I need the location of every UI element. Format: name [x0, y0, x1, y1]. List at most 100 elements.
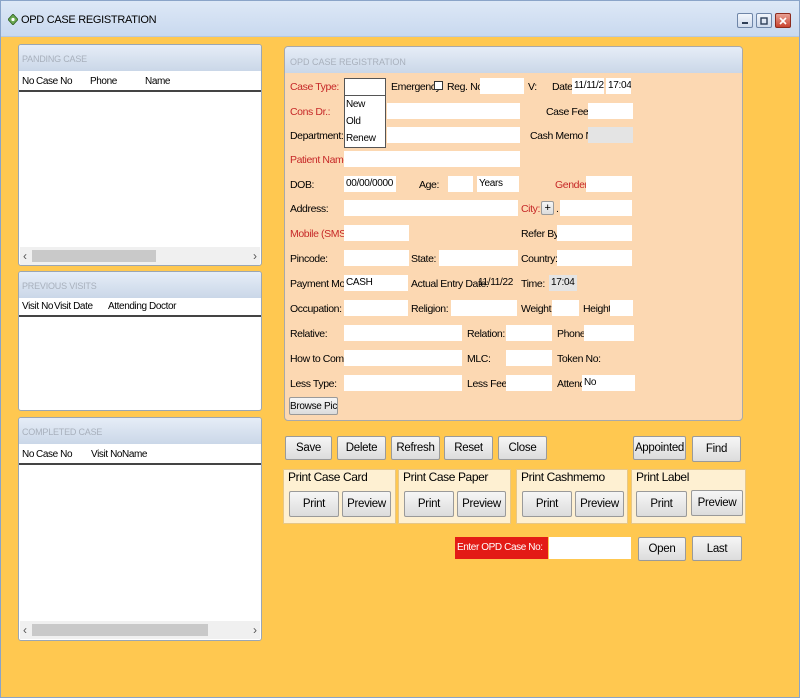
- actual-entry-date-field: 11/11/22: [478, 277, 514, 288]
- pending-case-scrollbar[interactable]: ‹ ›: [20, 247, 260, 265]
- last-button[interactable]: Last: [692, 536, 742, 561]
- patient-name-field[interactable]: [344, 151, 520, 167]
- add-city-button[interactable]: +: [541, 201, 554, 215]
- save-button[interactable]: Save: [285, 436, 332, 460]
- relative-field[interactable]: [344, 325, 462, 341]
- mlc-label: MLC:: [467, 353, 491, 365]
- occupation-label: Occupation:: [290, 303, 342, 315]
- department-field[interactable]: [387, 127, 520, 143]
- date-field[interactable]: 11/11/22: [572, 78, 604, 94]
- case-fee-field[interactable]: [588, 103, 633, 119]
- cons-dr-field[interactable]: [387, 103, 520, 119]
- print-cashmemo-button[interactable]: Print: [522, 491, 572, 517]
- scroll-right-icon[interactable]: ›: [253, 249, 257, 263]
- find-button[interactable]: Find: [692, 436, 741, 462]
- scroll-thumb[interactable]: [32, 250, 156, 262]
- print-case-paper-button[interactable]: Print: [404, 491, 454, 517]
- completed-case-columns: No Case No Visit No Name: [19, 444, 261, 465]
- reset-button[interactable]: Reset: [444, 436, 493, 460]
- title-bar: OPD CASE REGISTRATION: [1, 1, 799, 37]
- column-header[interactable]: Name: [122, 449, 147, 460]
- city-field[interactable]: [560, 200, 632, 216]
- column-header[interactable]: Name: [145, 76, 170, 87]
- opd-case-no-input[interactable]: [549, 537, 631, 559]
- preview-cashmemo-button[interactable]: Preview: [575, 491, 624, 517]
- case-type-option[interactable]: Renew: [346, 133, 376, 144]
- column-header[interactable]: Visit No: [91, 449, 122, 460]
- close-button[interactable]: Close: [498, 436, 547, 460]
- patient-name-label: Patient Name:: [290, 154, 352, 166]
- preview-label-button[interactable]: Preview: [691, 490, 743, 516]
- column-header[interactable]: No: [22, 76, 34, 87]
- address-field[interactable]: [344, 200, 518, 216]
- gender-field[interactable]: [586, 176, 632, 192]
- refer-by-label: Refer By:: [521, 228, 562, 240]
- how-to-come-field[interactable]: [344, 350, 462, 366]
- minimize-button[interactable]: [737, 13, 753, 28]
- scroll-left-icon[interactable]: ‹: [23, 623, 27, 637]
- phone-field[interactable]: [584, 325, 634, 341]
- group-title: Print Case Card: [288, 470, 368, 484]
- weight-field[interactable]: [552, 300, 579, 316]
- religion-field[interactable]: [451, 300, 517, 316]
- column-header[interactable]: No: [22, 449, 34, 460]
- mobile-field[interactable]: [344, 225, 409, 241]
- dob-field[interactable]: 00/00/0000: [344, 176, 396, 192]
- column-header[interactable]: Attending Doctor: [108, 301, 176, 312]
- token-no-label: Token No:: [557, 353, 601, 365]
- country-field[interactable]: [557, 250, 632, 266]
- time-top-field[interactable]: 17:04: [606, 78, 631, 94]
- occupation-field[interactable]: [344, 300, 408, 316]
- pincode-field[interactable]: [344, 250, 409, 266]
- pending-case-columns: No Case No Phone Name: [19, 71, 261, 92]
- delete-button[interactable]: Delete: [337, 436, 386, 460]
- reg-no-field[interactable]: [480, 78, 524, 94]
- preview-case-paper-button[interactable]: Preview: [457, 491, 506, 517]
- completed-case-scrollbar[interactable]: ‹ ›: [20, 621, 260, 639]
- mlc-field[interactable]: [506, 350, 552, 366]
- appointed-button[interactable]: Appointed: [633, 436, 686, 460]
- less-fees-field[interactable]: [506, 375, 552, 391]
- dob-label: DOB:: [290, 179, 315, 191]
- print-case-paper-group: Print Case Paper Print Preview: [398, 469, 511, 524]
- scroll-left-icon[interactable]: ‹: [23, 249, 27, 263]
- scroll-right-icon[interactable]: ›: [253, 623, 257, 637]
- relation-field[interactable]: [506, 325, 552, 341]
- case-type-select[interactable]: [344, 78, 386, 96]
- refer-by-field[interactable]: [557, 225, 632, 241]
- case-type-option[interactable]: New: [346, 99, 365, 110]
- case-fee-label: Case Fee:: [546, 106, 591, 118]
- less-type-field[interactable]: [344, 375, 462, 391]
- maximize-button[interactable]: [756, 13, 772, 28]
- age-unit-field[interactable]: Years: [477, 176, 519, 192]
- pending-case-header: PANDING CASE: [19, 45, 261, 71]
- column-header[interactable]: Case No: [36, 449, 73, 460]
- age-label: Age:: [419, 179, 439, 191]
- completed-case-header: COMPLETED CASE: [19, 418, 261, 444]
- payment-mode-field[interactable]: CASH: [344, 275, 408, 291]
- emergency-checkbox[interactable]: [434, 81, 443, 90]
- less-type-label: Less Type:: [290, 378, 337, 390]
- column-header[interactable]: Visit No: [22, 301, 53, 312]
- preview-case-card-button[interactable]: Preview: [342, 491, 391, 517]
- height-field[interactable]: [610, 300, 633, 316]
- column-header[interactable]: Phone: [90, 76, 117, 87]
- print-case-card-button[interactable]: Print: [289, 491, 339, 517]
- browse-pic-button[interactable]: Browse Pic: [289, 397, 338, 415]
- column-header[interactable]: Visit Date: [54, 301, 93, 312]
- open-button[interactable]: Open: [638, 537, 686, 561]
- cash-memo-no-field: [588, 127, 633, 143]
- case-type-option[interactable]: Old: [346, 116, 361, 127]
- attend-field[interactable]: No: [582, 375, 635, 391]
- close-window-button[interactable]: [775, 13, 791, 28]
- age-field[interactable]: [448, 176, 473, 192]
- refresh-button[interactable]: Refresh: [391, 436, 440, 460]
- state-field[interactable]: [439, 250, 518, 266]
- group-title: Print Cashmemo: [521, 470, 605, 484]
- column-header[interactable]: Case No: [36, 76, 73, 87]
- time-field: 17:04: [549, 275, 577, 291]
- case-type-dropdown: New Old Renew: [344, 95, 386, 148]
- mobile-label: Mobile (SMS):: [290, 228, 352, 240]
- scroll-thumb[interactable]: [32, 624, 208, 636]
- print-label-button[interactable]: Print: [636, 491, 687, 517]
